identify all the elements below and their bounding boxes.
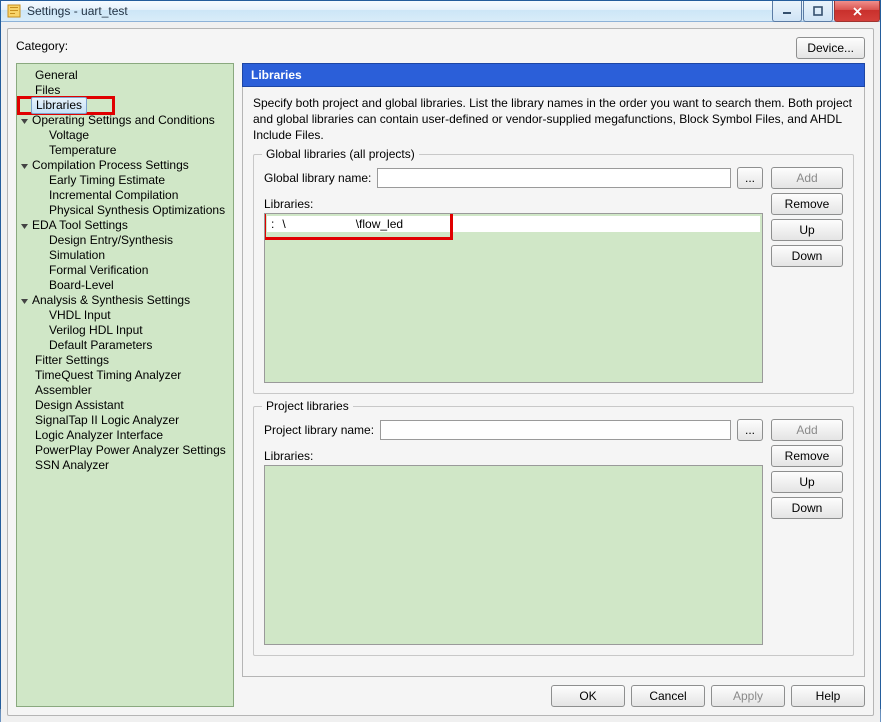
global-remove-button[interactable]: Remove	[771, 193, 843, 215]
ok-button[interactable]: OK	[551, 685, 625, 707]
tree-item-timequest[interactable]: TimeQuest Timing Analyzer	[33, 368, 183, 383]
tree-item-logic-analyzer[interactable]: Logic Analyzer Interface	[33, 428, 165, 443]
global-name-input[interactable]	[377, 168, 731, 188]
global-add-button[interactable]: Add	[771, 167, 843, 189]
tree-item-incremental[interactable]: Incremental Compilation	[47, 188, 180, 203]
tree-item-fitter[interactable]: Fitter Settings	[33, 353, 111, 368]
tree-expander-icon[interactable]	[19, 296, 29, 306]
device-button[interactable]: Device...	[796, 37, 865, 59]
global-up-button[interactable]: Up	[771, 219, 843, 241]
project-list-label: Libraries:	[264, 449, 763, 463]
global-browse-button[interactable]: ...	[737, 167, 763, 189]
apply-button[interactable]: Apply	[711, 685, 785, 707]
tree-item-files[interactable]: Files	[33, 83, 62, 98]
tree-item-design-entry[interactable]: Design Entry/Synthesis	[47, 233, 175, 248]
tree-item-operating-settings[interactable]: Operating Settings and Conditions	[30, 113, 217, 128]
tree-item-compilation[interactable]: Compilation Process Settings	[30, 158, 191, 173]
tree-item-powerplay[interactable]: PowerPlay Power Analyzer Settings	[33, 443, 228, 458]
global-legend: Global libraries (all projects)	[262, 147, 419, 161]
tree-item-verilog[interactable]: Verilog HDL Input	[47, 323, 145, 338]
tree-item-early-timing[interactable]: Early Timing Estimate	[47, 173, 167, 188]
category-tree[interactable]: General Files Libraries Operating Settin…	[16, 63, 234, 707]
global-libraries-list[interactable]: :\ \flow_led	[264, 213, 763, 383]
project-up-button[interactable]: Up	[771, 471, 843, 493]
tree-item-vhdl[interactable]: VHDL Input	[47, 308, 113, 323]
tree-item-voltage[interactable]: Voltage	[47, 128, 91, 143]
project-browse-button[interactable]: ...	[737, 419, 763, 441]
category-label: Category:	[16, 37, 796, 53]
page-title: Libraries	[242, 63, 865, 87]
tree-item-analysis-synth[interactable]: Analysis & Synthesis Settings	[30, 293, 192, 308]
tree-item-simulation[interactable]: Simulation	[47, 248, 107, 263]
tree-expander-icon[interactable]	[19, 161, 29, 171]
tree-item-default-params[interactable]: Default Parameters	[47, 338, 154, 353]
list-item-path: \flow_led	[356, 217, 403, 231]
tree-item-formal-verif[interactable]: Formal Verification	[47, 263, 150, 278]
tree-item-general[interactable]: General	[33, 68, 80, 83]
tree-item-libraries[interactable]: Libraries	[31, 97, 87, 114]
tree-item-assembler[interactable]: Assembler	[33, 383, 94, 398]
project-name-input[interactable]	[380, 420, 731, 440]
page-description: Specify both project and global librarie…	[253, 95, 854, 144]
project-remove-button[interactable]: Remove	[771, 445, 843, 467]
global-down-button[interactable]: Down	[771, 245, 843, 267]
project-legend: Project libraries	[262, 399, 353, 413]
tree-item-ssn[interactable]: SSN Analyzer	[33, 458, 111, 473]
global-list-label: Libraries:	[264, 197, 763, 211]
tree-item-design-assistant[interactable]: Design Assistant	[33, 398, 126, 413]
titlebar[interactable]: Settings - uart_test	[1, 1, 880, 22]
maximize-button[interactable]	[803, 1, 833, 22]
list-item[interactable]: :\ \flow_led	[267, 216, 760, 232]
cancel-button[interactable]: Cancel	[631, 685, 705, 707]
global-libraries-group: Global libraries (all projects) Global l…	[253, 154, 854, 394]
tree-expander-icon[interactable]	[19, 221, 29, 231]
help-button[interactable]: Help	[791, 685, 865, 707]
project-libraries-list[interactable]	[264, 465, 763, 645]
close-button[interactable]	[834, 1, 880, 22]
minimize-button[interactable]	[772, 1, 802, 22]
tree-item-temperature[interactable]: Temperature	[47, 143, 118, 158]
tree-item-board-level[interactable]: Board-Level	[47, 278, 116, 293]
tree-expander-icon[interactable]	[19, 116, 29, 126]
project-add-button[interactable]: Add	[771, 419, 843, 441]
window-title: Settings - uart_test	[27, 4, 771, 18]
app-icon	[7, 4, 21, 18]
project-libraries-group: Project libraries Project library name: …	[253, 406, 854, 656]
global-name-label: Global library name:	[264, 171, 371, 185]
tree-item-physical-synth[interactable]: Physical Synthesis Optimizations	[47, 203, 227, 218]
redacted-text	[286, 218, 356, 229]
tree-item-signaltap[interactable]: SignalTap II Logic Analyzer	[33, 413, 181, 428]
project-down-button[interactable]: Down	[771, 497, 843, 519]
tree-item-eda[interactable]: EDA Tool Settings	[30, 218, 130, 233]
project-name-label: Project library name:	[264, 423, 374, 437]
